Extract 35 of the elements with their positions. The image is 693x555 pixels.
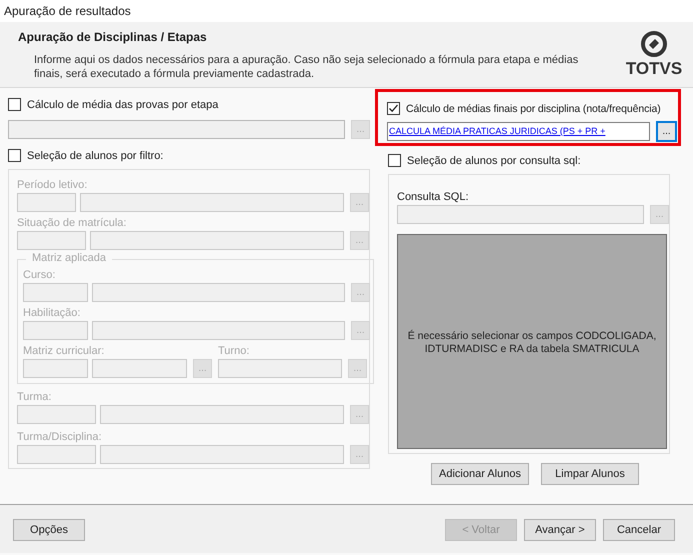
field-label: Período letivo: bbox=[17, 178, 88, 193]
field-label: Turno: bbox=[218, 344, 250, 359]
field-label: Turma: bbox=[17, 390, 52, 405]
group-title: Matriz aplicada bbox=[26, 252, 112, 264]
logo-icon bbox=[641, 31, 667, 57]
logo-text: TOTVS bbox=[626, 60, 682, 78]
field-label: Situação de matrícula: bbox=[17, 216, 128, 231]
sql-field[interactable] bbox=[397, 205, 644, 224]
browse-button[interactable]: ... bbox=[656, 121, 677, 142]
field-label: Curso: bbox=[23, 268, 56, 283]
checkbox-label: Cálculo de médias finais por disciplina (nota/frequência) bbox=[406, 102, 661, 114]
checkbox-label: Seleção de alunos por filtro: bbox=[27, 150, 164, 162]
checkbox[interactable] bbox=[387, 102, 400, 115]
checkbox-label: Seleção de alunos por consulta sql: bbox=[407, 154, 581, 166]
footer-button[interactable]: Avançar > bbox=[524, 519, 596, 541]
field-label: Consulta SQL: bbox=[397, 190, 470, 205]
window-title: Apuração de resultados bbox=[0, 0, 693, 22]
checkbox[interactable] bbox=[8, 98, 21, 111]
sql-text-area[interactable]: É necessário selecionar os campos CODCOLIGADA, IDTURMADISC e RA da tabela SMATRICULA bbox=[397, 234, 667, 449]
formula-field[interactable] bbox=[8, 120, 345, 139]
field-label: Habilitação: bbox=[23, 306, 82, 321]
checkbox[interactable] bbox=[388, 154, 401, 167]
action-button[interactable]: Limpar Alunos bbox=[541, 463, 639, 485]
footer-button[interactable]: Cancelar bbox=[603, 519, 675, 541]
browse-button[interactable]: ... bbox=[351, 120, 370, 139]
hint-message: É necessário selecionar os campos CODCOLIGADA, IDTURMADISC e RA da tabela SMATRICULA bbox=[406, 330, 658, 357]
checkbox-label: Cálculo de média das provas por etapa bbox=[27, 98, 218, 110]
field-label: Matriz curricular: bbox=[23, 344, 106, 359]
browse-button[interactable]: ... bbox=[650, 205, 669, 224]
formula-link[interactable]: CALCULA MÉDIA PRATICAS JURIDICAS (PS + PR + bbox=[387, 122, 650, 141]
action-button[interactable]: Adicionar Alunos bbox=[431, 463, 529, 485]
header-description: Informe aqui os dados necessários para a apuração. Caso não seja selecionado a fórmula para etapa e médias finais, será executado a fórmula previamente cadastrada. bbox=[34, 53, 580, 81]
footer-button[interactable]: Opções bbox=[13, 519, 85, 541]
header-title: Apuração de Disciplinas / Etapas bbox=[18, 30, 208, 44]
field-label: Turma/Disciplina: bbox=[17, 430, 103, 445]
